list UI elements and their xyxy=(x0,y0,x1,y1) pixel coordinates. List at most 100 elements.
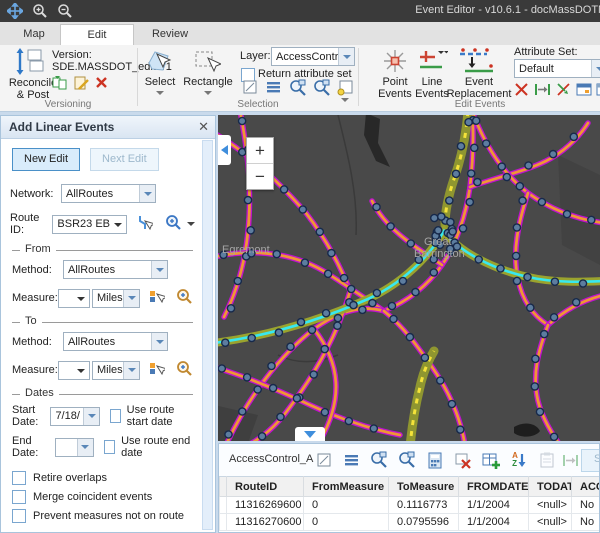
map-zoom-control: + − xyxy=(246,137,274,190)
layer-combo-button[interactable] xyxy=(338,48,354,65)
attribute-set-combo[interactable]: Default xyxy=(514,59,600,78)
to-measure-label: Measure: xyxy=(12,364,58,376)
tab-review[interactable]: Review xyxy=(134,24,206,45)
event-replacement-icon[interactable] xyxy=(455,48,497,77)
route-zoom-icon[interactable] xyxy=(165,214,183,235)
rectangle-tool-button[interactable]: Rectangle xyxy=(182,76,234,88)
collapse-panel-tab[interactable] xyxy=(218,135,231,165)
table-row[interactable]: 11316270600 0 0.0795596 1/1/2004 <null> … xyxy=(220,514,600,531)
from-measure-combo[interactable] xyxy=(58,289,90,308)
to-method-label: Method: xyxy=(12,336,63,348)
select-events-icon[interactable] xyxy=(242,79,259,99)
network-combo[interactable]: AllRoutes xyxy=(61,184,156,203)
from-unit-combo[interactable]: Miles xyxy=(92,289,140,308)
tab-map[interactable]: Map xyxy=(8,24,60,45)
use-route-end-date-checkbox[interactable] xyxy=(104,440,115,454)
map-view[interactable]: Egremont Great Barrington + − xyxy=(218,115,600,441)
panel-title: Add Linear Events xyxy=(9,120,114,134)
col-routeid[interactable]: RouteID xyxy=(227,477,304,497)
attribute-set-combo-button[interactable] xyxy=(591,60,600,77)
select-tool-button[interactable]: Select xyxy=(138,76,182,88)
attribute-window-icon[interactable] xyxy=(576,82,593,100)
show-selection-list-icon[interactable] xyxy=(265,79,282,99)
pan-icon[interactable] xyxy=(6,2,24,20)
to-measure-combo[interactable] xyxy=(58,361,90,380)
prevent-measures-checkbox[interactable] xyxy=(12,509,26,523)
col-tomeasure[interactable]: ToMeasure xyxy=(389,477,459,497)
map-zoom-in-button[interactable]: + xyxy=(247,138,273,163)
layer-value: AccessControl_A xyxy=(272,51,338,63)
ribbon-tabs: Map Edit Review xyxy=(0,22,600,46)
col-todate[interactable]: TODATE xyxy=(529,477,572,497)
merge-coincident-checkbox[interactable] xyxy=(12,490,26,504)
table-header-row: RouteID FromMeasure ToMeasure FROMDATE T… xyxy=(220,477,600,497)
from-method-combo[interactable]: AllRoutes xyxy=(63,260,168,279)
from-measure-pick-icon[interactable] xyxy=(149,289,165,308)
selection-options-caret[interactable] xyxy=(341,98,349,102)
grid-list-icon[interactable] xyxy=(341,450,361,470)
table-row[interactable]: 11316269600 0 0.1116773 1/1/2004 <null> … xyxy=(220,497,600,514)
merge-events-icon[interactable] xyxy=(556,82,572,100)
panel-scrollbar[interactable] xyxy=(202,140,213,530)
merge-coincident-label: Merge coincident events xyxy=(33,491,152,503)
layer-label: Layer: xyxy=(240,50,271,62)
use-route-start-date-label: Use route start date xyxy=(127,404,193,428)
split-event-icon[interactable] xyxy=(514,82,529,100)
to-measure-pick-icon[interactable] xyxy=(149,361,165,380)
close-icon[interactable]: ✕ xyxy=(198,119,209,135)
grid-pan-selected-icon[interactable] xyxy=(397,450,417,470)
col-frommeasure[interactable]: FromMeasure xyxy=(304,477,389,497)
start-date-label: Start Date: xyxy=(12,404,50,428)
event-replacement-button[interactable]: Event Replacement xyxy=(446,76,512,100)
point-events-button[interactable]: Point Events xyxy=(374,76,416,100)
post-version-icon[interactable] xyxy=(52,76,68,93)
col-fromdate[interactable]: FROMDATE xyxy=(459,477,529,497)
grid-add-record-icon[interactable] xyxy=(481,450,501,470)
route-id-combo[interactable]: BSR23 EB xyxy=(52,215,127,234)
events-window-icon[interactable] xyxy=(596,82,600,100)
new-edit-button[interactable]: New Edit xyxy=(12,148,80,171)
end-date-label: End Date: xyxy=(12,435,55,459)
pan-to-selected-icon[interactable] xyxy=(313,79,331,100)
edit-version-icon[interactable] xyxy=(74,76,89,93)
grid-clear-selection-icon[interactable] xyxy=(453,450,473,470)
grid-calculate-icon[interactable] xyxy=(425,450,445,470)
from-group: From Method: AllRoutes Measure: Mil xyxy=(12,250,193,308)
select-dropdown-caret[interactable] xyxy=(156,91,164,95)
tab-edit[interactable]: Edit xyxy=(60,24,134,47)
grid-select-icon[interactable] xyxy=(314,450,334,470)
route-zoom-caret[interactable] xyxy=(187,222,195,226)
move-measure-icon[interactable] xyxy=(534,82,551,100)
to-method-combo[interactable]: AllRoutes xyxy=(63,332,168,351)
end-date-combo[interactable] xyxy=(55,438,94,457)
grid-zoom-selected-icon[interactable] xyxy=(369,450,389,470)
expand-table-tab[interactable] xyxy=(295,427,325,441)
zoom-to-selected-icon[interactable] xyxy=(289,79,307,100)
reconcile-post-icon[interactable] xyxy=(15,48,49,78)
zoom-in-icon[interactable] xyxy=(31,2,49,20)
point-events-icon[interactable] xyxy=(382,49,408,76)
use-route-start-date-checkbox[interactable] xyxy=(110,409,120,423)
grid-sort-icon[interactable]: A Z xyxy=(509,450,529,470)
rectangle-dropdown-caret[interactable] xyxy=(204,91,212,95)
to-group: To Method: AllRoutes Measure: Miles xyxy=(12,322,193,380)
layer-combo[interactable]: AccessControl_A xyxy=(271,47,355,66)
map-canvas[interactable]: Egremont Great Barrington xyxy=(218,115,600,441)
col-access[interactable]: ACCESS xyxy=(572,477,600,497)
map-label-barrington: Barrington xyxy=(414,248,465,260)
rectangle-tool-icon[interactable] xyxy=(193,48,221,77)
select-tool-icon[interactable] xyxy=(146,48,174,77)
selection-options-icon[interactable] xyxy=(337,79,354,99)
next-edit-button: Next Edit xyxy=(90,148,159,171)
line-events-icon[interactable] xyxy=(418,49,448,76)
zoom-out-icon[interactable] xyxy=(56,2,74,20)
select-route-on-map-icon[interactable] xyxy=(136,214,153,234)
map-zoom-out-button[interactable]: − xyxy=(247,163,273,189)
start-date-combo[interactable]: 7/18/ xyxy=(50,407,100,426)
to-measure-zoom-icon[interactable] xyxy=(176,360,193,380)
from-measure-zoom-icon[interactable] xyxy=(176,288,193,308)
delete-version-icon[interactable] xyxy=(95,76,108,92)
retire-overlaps-checkbox[interactable] xyxy=(12,471,26,485)
to-unit-combo[interactable]: Miles xyxy=(92,361,140,380)
map-label-great: Great xyxy=(424,236,452,248)
